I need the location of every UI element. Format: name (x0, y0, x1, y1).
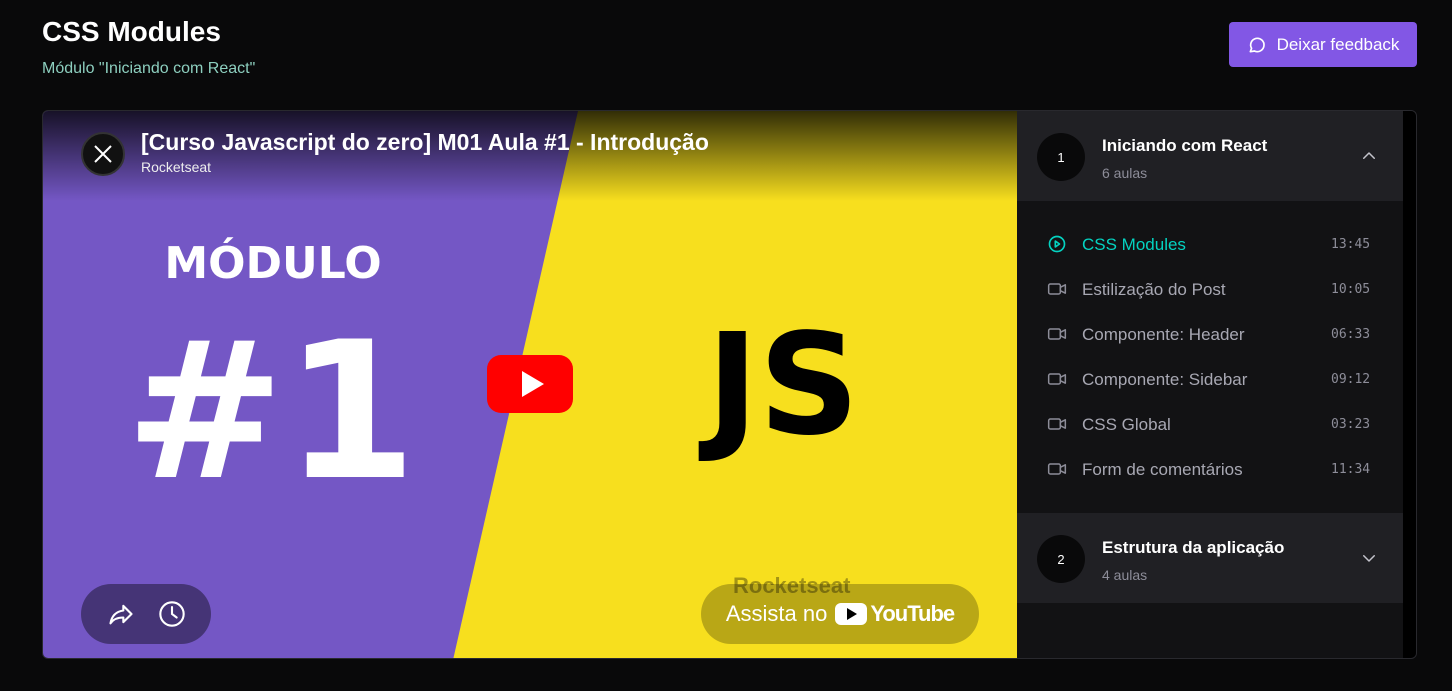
lesson-item[interactable]: Componente: Header 06:33 (1017, 313, 1403, 357)
module-sidebar: 1 Iniciando com React 6 aulas CSS Module… (1017, 111, 1403, 658)
page-subtitle: Módulo "Iniciando com React" (42, 60, 256, 77)
video-camera-icon (1047, 463, 1067, 475)
play-icon (522, 371, 544, 397)
lesson-title: Form de comentários (1082, 460, 1243, 479)
feedback-button-label: Deixar feedback (1276, 34, 1400, 54)
lesson-title: Componente: Header (1082, 325, 1245, 344)
module-header-2[interactable]: 2 Estrutura da aplicação 4 aulas (1017, 513, 1403, 603)
feedback-button[interactable]: Deixar feedback (1229, 22, 1417, 67)
lesson-duration: 03:23 (1331, 417, 1371, 432)
video-embed[interactable]: MÓDULO #1 JS [Curso Javascript do zero] … (43, 111, 1017, 658)
watch-later-icon (158, 601, 185, 627)
sidebar-scrollbar[interactable] (1403, 111, 1416, 658)
module-lesson-count: 4 aulas (1102, 567, 1148, 583)
chevron-down-icon[interactable] (1360, 549, 1378, 567)
module-header-1[interactable]: 1 Iniciando com React 6 aulas (1017, 111, 1403, 201)
module-number: 2 (1037, 535, 1085, 583)
lesson-item[interactable]: Componente: Sidebar 09:12 (1017, 358, 1403, 402)
lesson-title: CSS Modules (1082, 235, 1186, 254)
module-lesson-count: 6 aulas (1102, 165, 1148, 181)
chevron-up-icon[interactable] (1360, 147, 1378, 165)
video-camera-icon (1047, 328, 1067, 340)
lesson-player: MÓDULO #1 JS [Curso Javascript do zero] … (42, 110, 1417, 659)
lesson-duration: 09:12 (1331, 372, 1371, 387)
channel-avatar[interactable] (81, 132, 125, 176)
lesson-item[interactable]: Form de comentários 11:34 (1017, 448, 1403, 492)
share-icon (108, 604, 133, 625)
lesson-duration: 11:34 (1331, 462, 1371, 477)
lesson-duration: 06:33 (1331, 327, 1371, 342)
lesson-item[interactable]: CSS Global 03:23 (1017, 403, 1403, 447)
module-title: Iniciando com React (1102, 136, 1268, 155)
lesson-title: Componente: Sidebar (1082, 370, 1248, 389)
lesson-item[interactable]: Estilização do Post 10:05 (1017, 268, 1403, 312)
rocketseat-logo-icon (94, 145, 112, 163)
watch-on-youtube-button[interactable]: Assista no YouTube (701, 584, 979, 644)
play-button[interactable] (487, 355, 573, 413)
module-title: Estrutura da aplicação (1102, 538, 1285, 557)
lesson-title: Estilização do Post (1082, 280, 1226, 299)
lesson-item[interactable]: CSS Modules 13:45 (1017, 223, 1403, 267)
lesson-duration: 10:05 (1331, 282, 1371, 297)
thumbnail-modulo-text: MÓDULO (164, 236, 381, 289)
thumbnail-js-text: JS (699, 304, 860, 467)
module-number: 1 (1037, 133, 1085, 181)
video-camera-icon (1047, 418, 1067, 430)
play-circle-icon (1048, 235, 1066, 253)
video-controls (81, 584, 211, 644)
share-button[interactable] (105, 598, 137, 630)
lesson-duration: 13:45 (1331, 237, 1371, 252)
youtube-play-icon (835, 603, 868, 625)
youtube-logo: YouTube (835, 601, 955, 627)
lesson-title: CSS Global (1082, 415, 1171, 434)
video-camera-icon (1047, 283, 1067, 295)
thumbnail-number-text: #1 (125, 301, 416, 522)
youtube-brand-text: YouTube (870, 601, 955, 626)
watch-on-text: Assista no (725, 601, 828, 626)
watch-later-button[interactable] (156, 598, 188, 630)
chat-bubble-icon (1249, 37, 1265, 53)
channel-name[interactable]: Rocketseat (141, 159, 211, 175)
video-title[interactable]: [Curso Javascript do zero] M01 Aula #1 -… (141, 129, 709, 156)
page-title: CSS Modules (42, 16, 221, 47)
video-camera-icon (1047, 373, 1067, 385)
